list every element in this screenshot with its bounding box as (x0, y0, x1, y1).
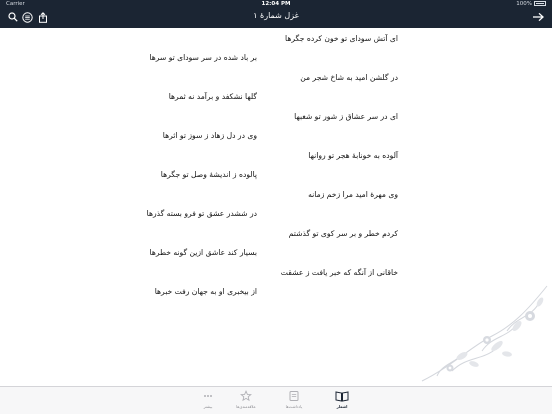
verse-1-second[interactable]: بر باد شده در سر سودای تو سرها (149, 53, 257, 62)
navigation-header: Carrier 12:04 PM 100% غزل شمارهٔ ۱ (0, 0, 552, 28)
battery-icon (534, 1, 546, 6)
battery-percentage: 100% (516, 1, 532, 7)
verse-5-first[interactable]: وی مهرهٔ امید مرا زخم زمانه (308, 190, 398, 199)
tab-notes-label: یادداشت‌ها (285, 404, 303, 409)
tab-more-label: بیشتر (203, 404, 213, 409)
poem-content: ای آتش سودای تو خون کرده جگرها بر باد شد… (0, 28, 552, 386)
verse-7-second[interactable]: از بیخبری او به جهان رفت خبرها (155, 287, 257, 296)
verse-3-second[interactable]: وی در دل زهاد ز سوز تو اثرها (163, 131, 257, 140)
forward-arrow-icon[interactable] (530, 10, 546, 24)
verse-6-second[interactable]: بسیار کند عاشق ازین گونه خطرها (150, 248, 258, 257)
book-icon (335, 391, 349, 402)
tab-poems-label: اشعار (336, 404, 348, 409)
tab-bar: اشعار یادداشت‌ها علاقه‌مندی‌ها بیشتر (0, 386, 552, 414)
verse-5-second[interactable]: در ششدر عشق تو فرو بسته گذرها (147, 209, 257, 218)
tab-favorites-label: علاقه‌مندی‌ها (236, 404, 256, 409)
notes-icon (289, 391, 299, 401)
verse-1-first[interactable]: ای آتش سودای تو خون کرده جگرها (285, 34, 398, 43)
verse-4-first[interactable]: آلوده به خونابهٔ هجر تو روانها (308, 151, 398, 160)
verse-3-first[interactable]: ای در سر عشاق ز شور تو شغبها (294, 112, 398, 121)
verse-2-second[interactable]: گلها نشکفد و برآمد نه ثمرها (169, 92, 257, 101)
floral-ornament (421, 285, 548, 382)
tab-notes[interactable]: یادداشت‌ها (274, 389, 314, 413)
verse-4-second[interactable]: پالوده ز اندیشهٔ وصل تو جگرها (161, 170, 257, 179)
verse-6-first[interactable]: کردم خطر و بر سر کوی تو گذشتم (289, 229, 398, 238)
favorites-icon (240, 390, 252, 402)
status-time: 12:04 PM (261, 1, 291, 7)
verse-7-first[interactable]: خاقانی از آنگه که خبر یافت ز عشقت (281, 268, 398, 277)
more-icon (204, 395, 212, 397)
verse-2-first[interactable]: در گلشن امید به شاخ شجر من (300, 73, 398, 82)
tab-poems[interactable]: اشعار (322, 389, 362, 413)
tab-favorites[interactable]: علاقه‌مندی‌ها (226, 389, 266, 413)
poem-title: غزل شمارهٔ ۱ (253, 11, 299, 20)
battery-indicator: 100% (516, 1, 546, 7)
tab-more[interactable]: بیشتر (188, 389, 228, 413)
